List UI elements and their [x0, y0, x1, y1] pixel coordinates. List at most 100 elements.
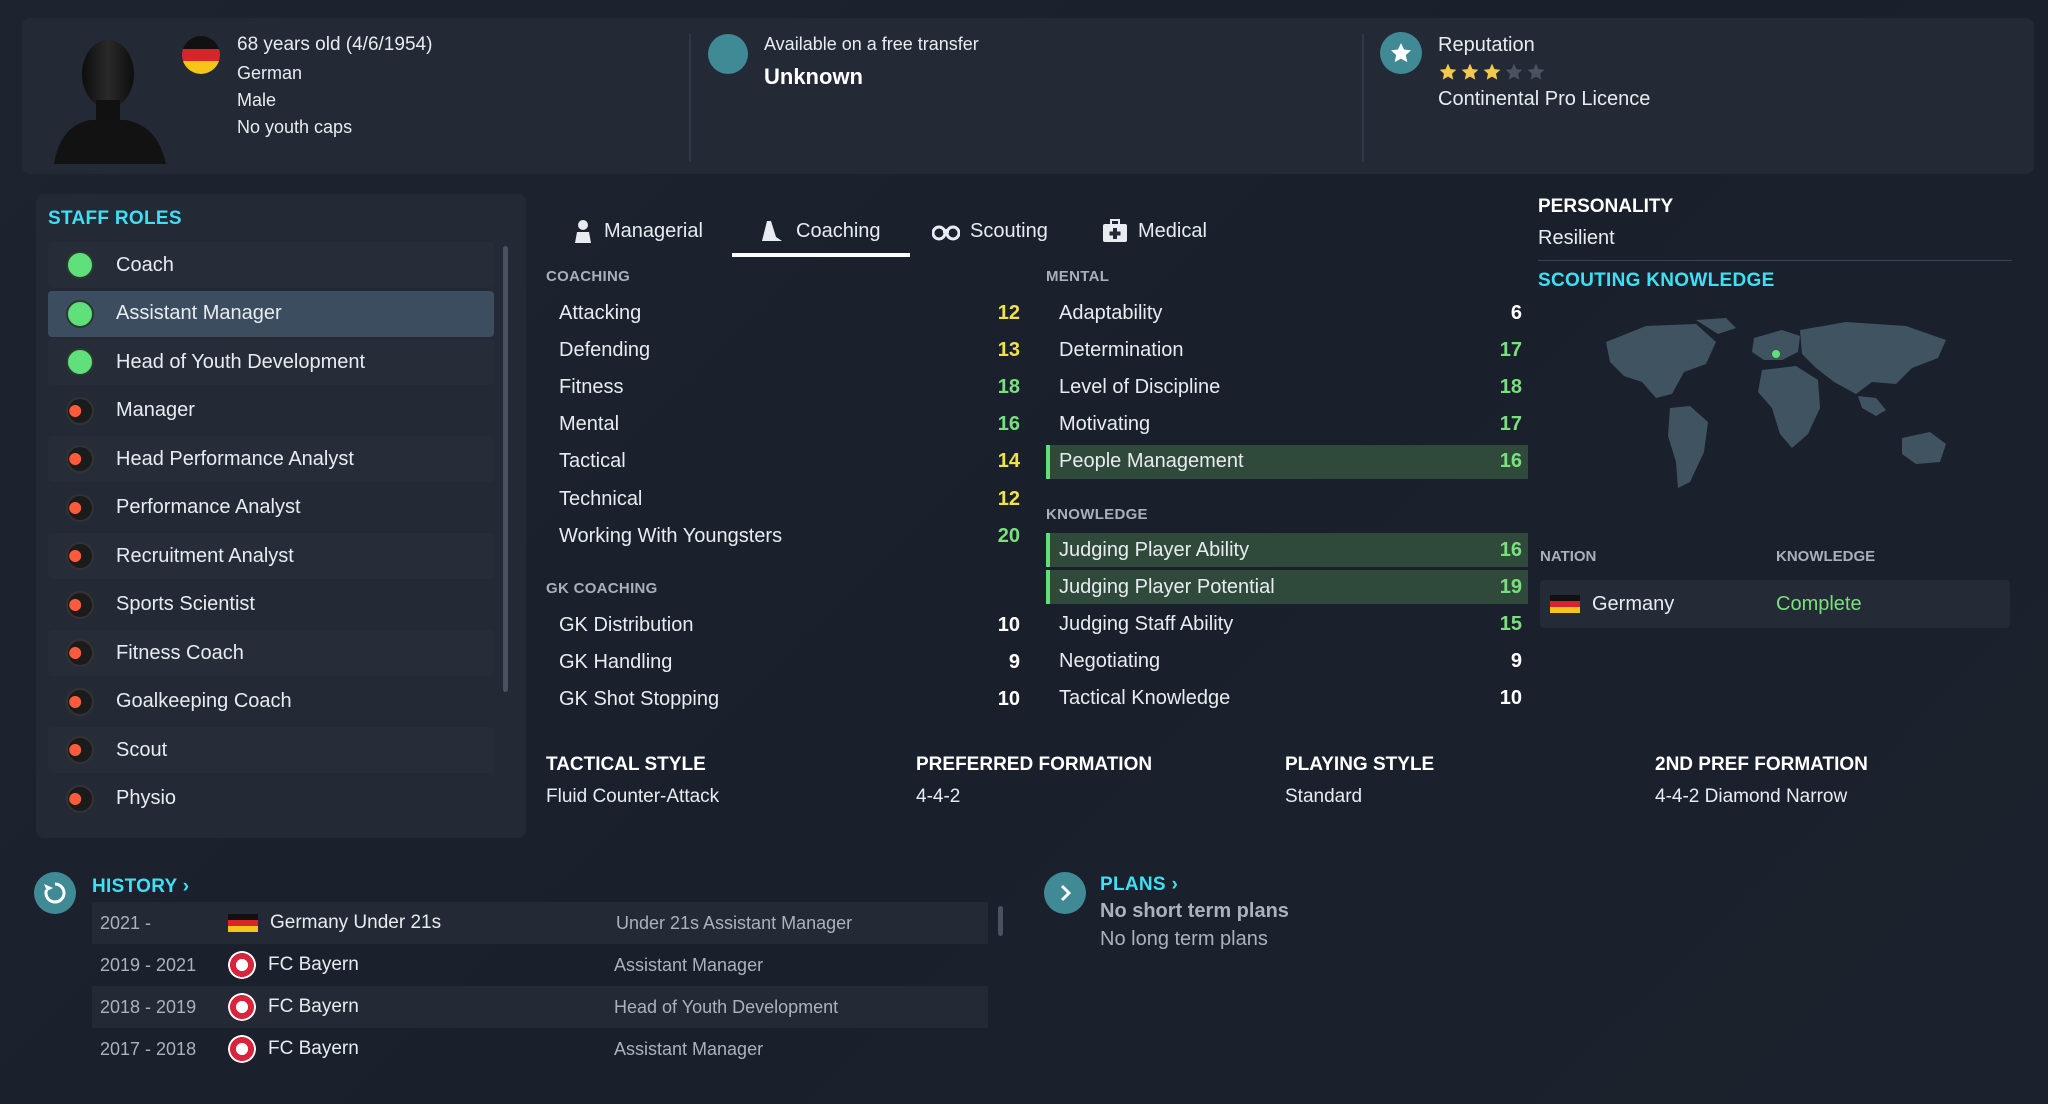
- attribute-row[interactable]: Mental 16: [546, 408, 1026, 442]
- attribute-row[interactable]: Motivating 17: [1046, 408, 1528, 442]
- history-team[interactable]: Germany Under 21s: [270, 912, 616, 934]
- attribute-name: Negotiating: [1059, 650, 1161, 673]
- history-row[interactable]: 2019 - 2021 FC Bayern Assistant Manager: [92, 944, 988, 986]
- reputation-star-icon: [1380, 32, 1422, 74]
- tactical-style-title: TACTICAL STYLE: [546, 754, 706, 775]
- tab-label: Coaching: [796, 219, 881, 242]
- attribute-value: 19: [1499, 575, 1522, 598]
- attribute-row[interactable]: Negotiating 9: [1046, 645, 1528, 679]
- attribute-row[interactable]: Judging Player Ability 16: [1046, 533, 1528, 567]
- attribute-row[interactable]: Attacking 12: [546, 296, 1026, 330]
- attribute-row[interactable]: Defending 13: [546, 333, 1026, 367]
- attribute-row[interactable]: Level of Discipline 18: [1046, 370, 1528, 404]
- scouting-knowledge-title[interactable]: SCOUTING KNOWLEDGE: [1538, 270, 1775, 292]
- world-map[interactable]: [1586, 312, 1986, 512]
- personality-title: PERSONALITY: [1538, 196, 1674, 217]
- attribute-row[interactable]: Judging Staff Ability 15: [1046, 607, 1528, 641]
- preferred-formation-value: 4-4-2: [916, 786, 961, 807]
- staff-role-item[interactable]: Recruitment Analyst: [48, 533, 494, 579]
- tab-scouting[interactable]: Scouting: [932, 210, 1048, 252]
- tab-label: Medical: [1138, 219, 1207, 242]
- staff-role-item[interactable]: Assistant Manager: [48, 290, 494, 337]
- role-suitability-icon: [66, 639, 94, 667]
- tab-label: Scouting: [970, 219, 1048, 242]
- attribute-name: Attacking: [559, 301, 642, 324]
- attribute-row[interactable]: People Management 16: [1046, 444, 1528, 479]
- binoculars-icon: [932, 221, 960, 241]
- history-icon[interactable]: [34, 872, 76, 914]
- attribute-row[interactable]: Tactical Knowledge 10: [1046, 682, 1528, 716]
- tab-coaching[interactable]: Coaching: [758, 210, 881, 252]
- attribute-row[interactable]: Working With Youngsters 20: [546, 519, 1026, 553]
- attribute-value: 18: [1499, 375, 1522, 398]
- staff-role-item[interactable]: Goalkeeping Coach: [48, 679, 494, 725]
- chevron-right-icon: ›: [1171, 874, 1179, 895]
- nation-column-header[interactable]: NATION: [1540, 548, 1596, 565]
- attribute-row[interactable]: GK Distribution 10: [546, 608, 1026, 642]
- roles-scrollbar[interactable]: [503, 246, 508, 692]
- plans-chevron-icon[interactable]: [1044, 872, 1086, 914]
- attribute-row[interactable]: Technical 12: [546, 482, 1026, 516]
- role-suitability-icon: [66, 784, 94, 813]
- staff-role-item[interactable]: Head of Youth Development: [48, 339, 494, 385]
- short-term-plans: No short term plans: [1100, 900, 1289, 922]
- attribute-row[interactable]: GK Handling 9: [546, 645, 1026, 679]
- staff-role-label: Assistant Manager: [116, 302, 282, 324]
- history-years: 2017 - 2018: [100, 1038, 197, 1059]
- staff-role-item[interactable]: Physio: [48, 776, 494, 822]
- history-row[interactable]: 2017 - 2018 FC Bayern Assistant Manager: [92, 1028, 988, 1070]
- history-years: 2018 - 2019: [100, 996, 197, 1017]
- attribute-row[interactable]: Tactical 14: [546, 445, 1026, 479]
- role-suitability-icon: [66, 348, 94, 376]
- attribute-value: 13: [997, 338, 1020, 361]
- attribute-value: 10: [1499, 687, 1522, 710]
- history-role: Assistant Manager: [614, 1038, 764, 1059]
- attribute-row[interactable]: Judging Player Potential 19: [1046, 570, 1528, 605]
- tab-managerial[interactable]: Managerial: [572, 210, 703, 252]
- staff-role-item[interactable]: Performance Analyst: [48, 485, 494, 531]
- attribute-name: Defending: [559, 338, 651, 361]
- history-team[interactable]: FC Bayern: [268, 954, 614, 976]
- plans-link[interactable]: PLANS ›: [1100, 874, 1178, 896]
- attribute-row[interactable]: GK Shot Stopping 10: [546, 682, 1026, 716]
- attribute-value: 12: [997, 487, 1020, 510]
- history-row[interactable]: 2018 - 2019 FC Bayern Head of Youth Develo…: [92, 986, 988, 1028]
- attribute-row[interactable]: Determination 17: [1046, 333, 1528, 367]
- staff-role-item[interactable]: Fitness Coach: [48, 630, 494, 676]
- history-team[interactable]: FC Bayern: [268, 1038, 614, 1060]
- transfer-status-icon: [708, 34, 748, 74]
- attribute-row[interactable]: Fitness 18: [546, 370, 1026, 404]
- staff-role-item[interactable]: Manager: [48, 388, 494, 434]
- history-link[interactable]: HISTORY ›: [92, 876, 189, 898]
- nation-name[interactable]: Germany: [1592, 593, 1674, 616]
- attribute-value: 17: [1499, 338, 1522, 361]
- history-row[interactable]: 2021 - Germany Under 21s Under 21s Assista…: [92, 902, 988, 944]
- history-team[interactable]: FC Bayern: [268, 996, 614, 1018]
- staff-role-item[interactable]: Scout: [48, 727, 494, 773]
- attribute-name: Judging Staff Ability: [1059, 612, 1234, 635]
- history-years: 2019 - 2021: [100, 954, 197, 975]
- role-suitability-icon: [66, 590, 94, 619]
- staff-role-item[interactable]: Head Performance Analyst: [48, 436, 494, 482]
- reputation-star-icon: [1505, 63, 1523, 80]
- table-row[interactable]: Germany Complete: [1540, 580, 2010, 628]
- gender: Male: [237, 90, 277, 110]
- knowledge-column-header[interactable]: KNOWLEDGE: [1776, 548, 1875, 565]
- role-suitability-icon: [66, 445, 94, 473]
- attribute-name: GK Handling: [559, 650, 673, 673]
- attribute-name: Judging Player Potential: [1059, 575, 1275, 598]
- attribute-row[interactable]: Adaptability 6: [1046, 296, 1528, 330]
- knowledge-section-title: KNOWLEDGE: [1046, 506, 1148, 523]
- staff-role-item[interactable]: Sports Scientist: [48, 582, 494, 628]
- gk-coaching-section-title: GK COACHING: [546, 580, 658, 597]
- tab-medical[interactable]: Medical: [1102, 210, 1207, 252]
- preferred-formation-title: PREFERRED FORMATION: [916, 754, 1153, 775]
- staff-role-item[interactable]: Coach: [48, 242, 494, 288]
- attribute-name: Tactical: [559, 450, 626, 473]
- attribute-name: Fitness: [559, 375, 624, 398]
- history-scrollbar[interactable]: [998, 906, 1003, 936]
- role-suitability-icon: [66, 687, 94, 716]
- coaching-section-title: COACHING: [546, 268, 631, 285]
- attribute-value: 9: [1008, 650, 1020, 673]
- role-suitability-icon: [66, 542, 94, 570]
